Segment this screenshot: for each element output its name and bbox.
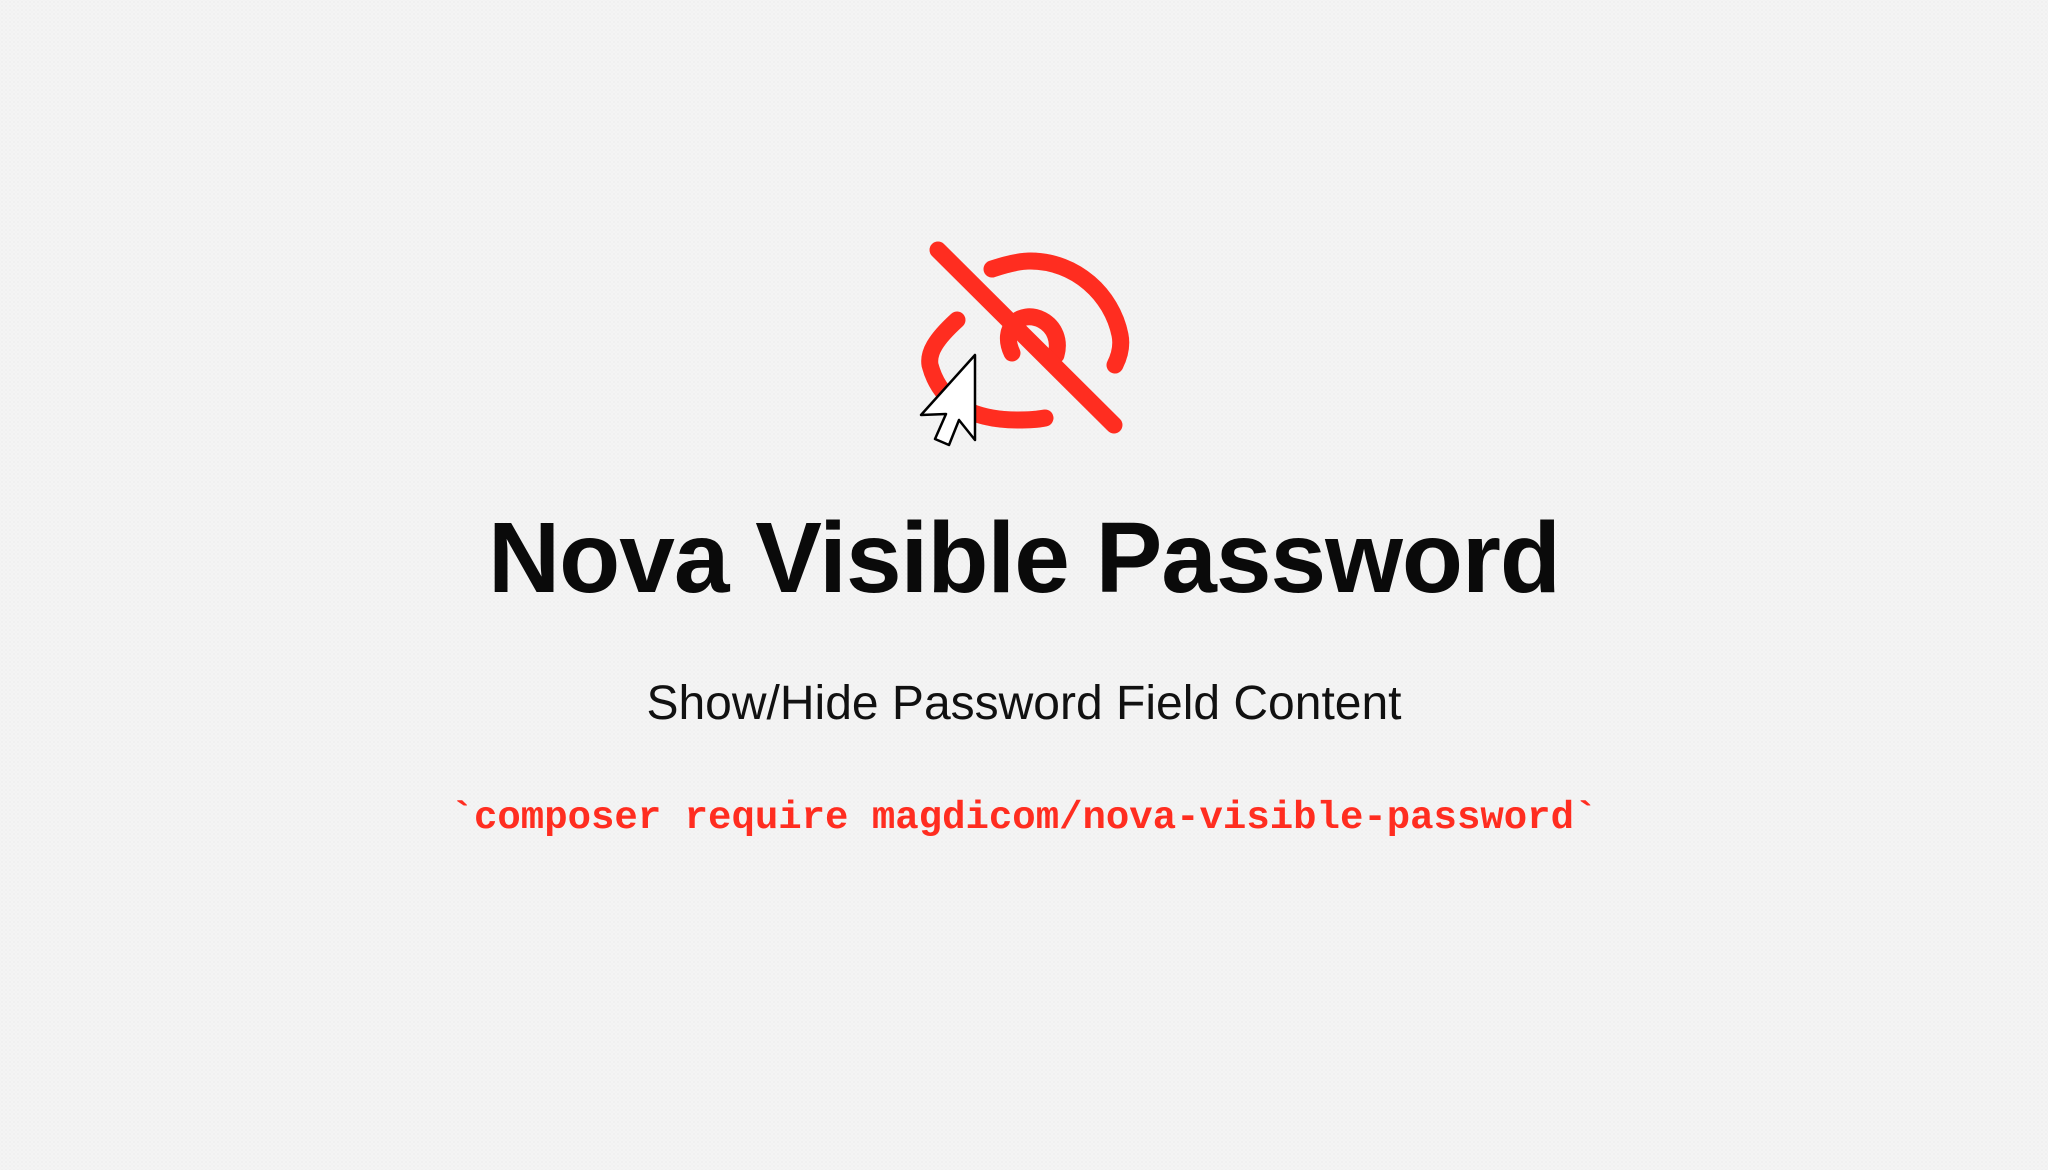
page-subtitle: Show/Hide Password Field Content	[646, 677, 1402, 730]
install-command: `composer require magdicom/nova-visible-…	[450, 796, 1598, 840]
page-title: Nova Visible Password	[487, 502, 1561, 614]
hero-graphic-svg	[919, 241, 1130, 447]
hero-banner: Nova Visible Password Show/Hide Password…	[0, 0, 2048, 1170]
hero-graphic	[900, 235, 1140, 465]
